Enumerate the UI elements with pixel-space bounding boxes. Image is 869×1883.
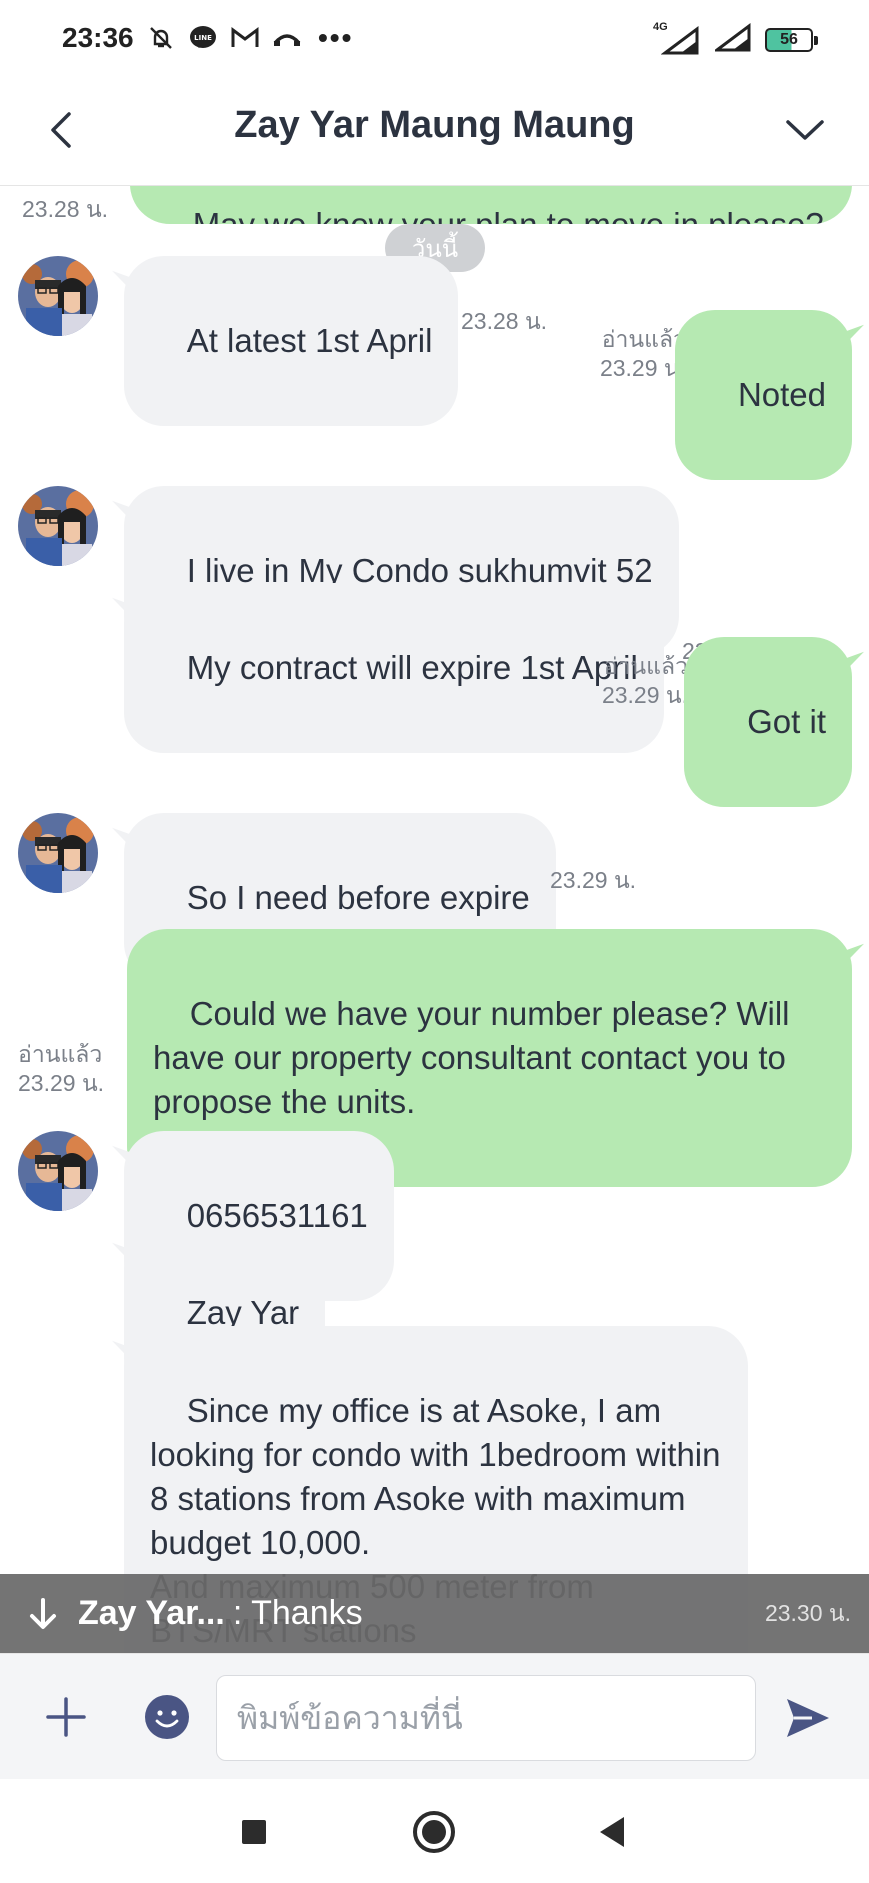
message-bubble-outgoing[interactable]: May we know your plan to move in please?	[130, 186, 852, 224]
avatar-image	[18, 486, 98, 566]
preview-text: : Thanks	[232, 1594, 363, 1632]
signal-icon	[712, 22, 751, 57]
network-type-label: 4G	[653, 20, 668, 33]
home-icon	[413, 1811, 455, 1853]
read-receipt: อ่านแล้ว	[603, 653, 688, 679]
send-icon	[787, 1699, 829, 1737]
avatar[interactable]	[18, 1131, 98, 1211]
avatar[interactable]	[18, 813, 98, 893]
message-time: 23.28 น.	[22, 196, 109, 222]
send-button[interactable]	[780, 1690, 836, 1746]
preview-sender: Zay Yar...	[78, 1594, 225, 1632]
chat-header: Zay Yar Maung Maung	[0, 80, 869, 186]
message-time: 23.29 น.	[18, 1070, 105, 1096]
message-bubble-incoming[interactable]: My contract will expire 1st April	[124, 583, 664, 753]
recent-apps-icon	[242, 1820, 266, 1844]
message-text: So I need before expire	[186, 879, 530, 916]
message-input[interactable]	[216, 1675, 756, 1761]
avatar[interactable]	[18, 486, 98, 566]
back-nav-button[interactable]	[587, 1807, 637, 1857]
add-attachment-button[interactable]	[36, 1687, 96, 1747]
system-navigation-bar	[0, 1779, 869, 1883]
message-text: May we know your plan to move in please?	[193, 206, 824, 224]
status-bar: 23:36 LINE ••• 4G 56	[0, 0, 869, 80]
message-text: At latest 1st April	[186, 322, 433, 359]
home-button[interactable]	[409, 1807, 459, 1857]
message-time: 23.29 น.	[550, 867, 637, 893]
message-time: 23.29 น.	[599, 355, 686, 381]
chevron-down-icon	[786, 120, 824, 140]
signal-icon: 4G	[653, 21, 701, 55]
plus-icon	[46, 1697, 86, 1737]
avatar[interactable]	[18, 256, 98, 336]
battery-icon: 56	[765, 27, 818, 52]
chat-menu-button[interactable]	[777, 102, 833, 158]
status-system-icons: 4G 56	[653, 21, 818, 57]
message-text: My contract will expire 1st April	[186, 649, 638, 686]
message-text: Noted	[737, 376, 826, 413]
message-input-bar	[0, 1653, 869, 1779]
back-button[interactable]	[36, 100, 86, 160]
status-time: 23:36	[62, 22, 134, 53]
message-text: Got it	[747, 703, 826, 740]
line-icon: LINE	[188, 23, 218, 53]
svg-text:LINE: LINE	[194, 34, 212, 42]
message-time: 23.28 น.	[461, 308, 548, 334]
more-icon: •••	[318, 22, 354, 53]
message-text: Could we have your number please? Will h…	[153, 995, 799, 1120]
chevron-left-icon	[51, 112, 71, 148]
chat-title[interactable]: Zay Yar Maung Maung	[120, 104, 749, 147]
emoji-icon	[145, 1695, 189, 1739]
chat-area[interactable]: May we know your plan to move in please?…	[0, 186, 869, 1653]
message-time: 23.30 น.	[764, 1600, 851, 1626]
read-receipt: อ่านแล้ว	[601, 326, 686, 352]
gmail-icon	[230, 23, 260, 53]
message-bubble-outgoing[interactable]: Noted	[675, 310, 852, 480]
emoji-button[interactable]	[142, 1692, 192, 1742]
avatar-image	[18, 256, 98, 336]
message-bubble-outgoing[interactable]: Got it	[684, 637, 852, 807]
avatar-image	[18, 813, 98, 893]
recent-apps-button[interactable]	[229, 1807, 279, 1857]
missed-call-icon	[272, 23, 302, 53]
mute-icon	[146, 23, 176, 53]
message-time: 23.29 น.	[601, 682, 688, 708]
status-notification-icons: LINE •••	[146, 22, 353, 54]
new-message-preview[interactable]: Zay Yar... : Thanks 23.30 น.	[0, 1574, 869, 1653]
message-bubble-incoming[interactable]: At latest 1st April	[124, 256, 459, 426]
avatar-image	[18, 1131, 98, 1211]
back-icon	[600, 1817, 624, 1847]
arrow-down-icon	[26, 1594, 60, 1634]
read-receipt: อ่านแล้ว	[18, 1041, 103, 1067]
